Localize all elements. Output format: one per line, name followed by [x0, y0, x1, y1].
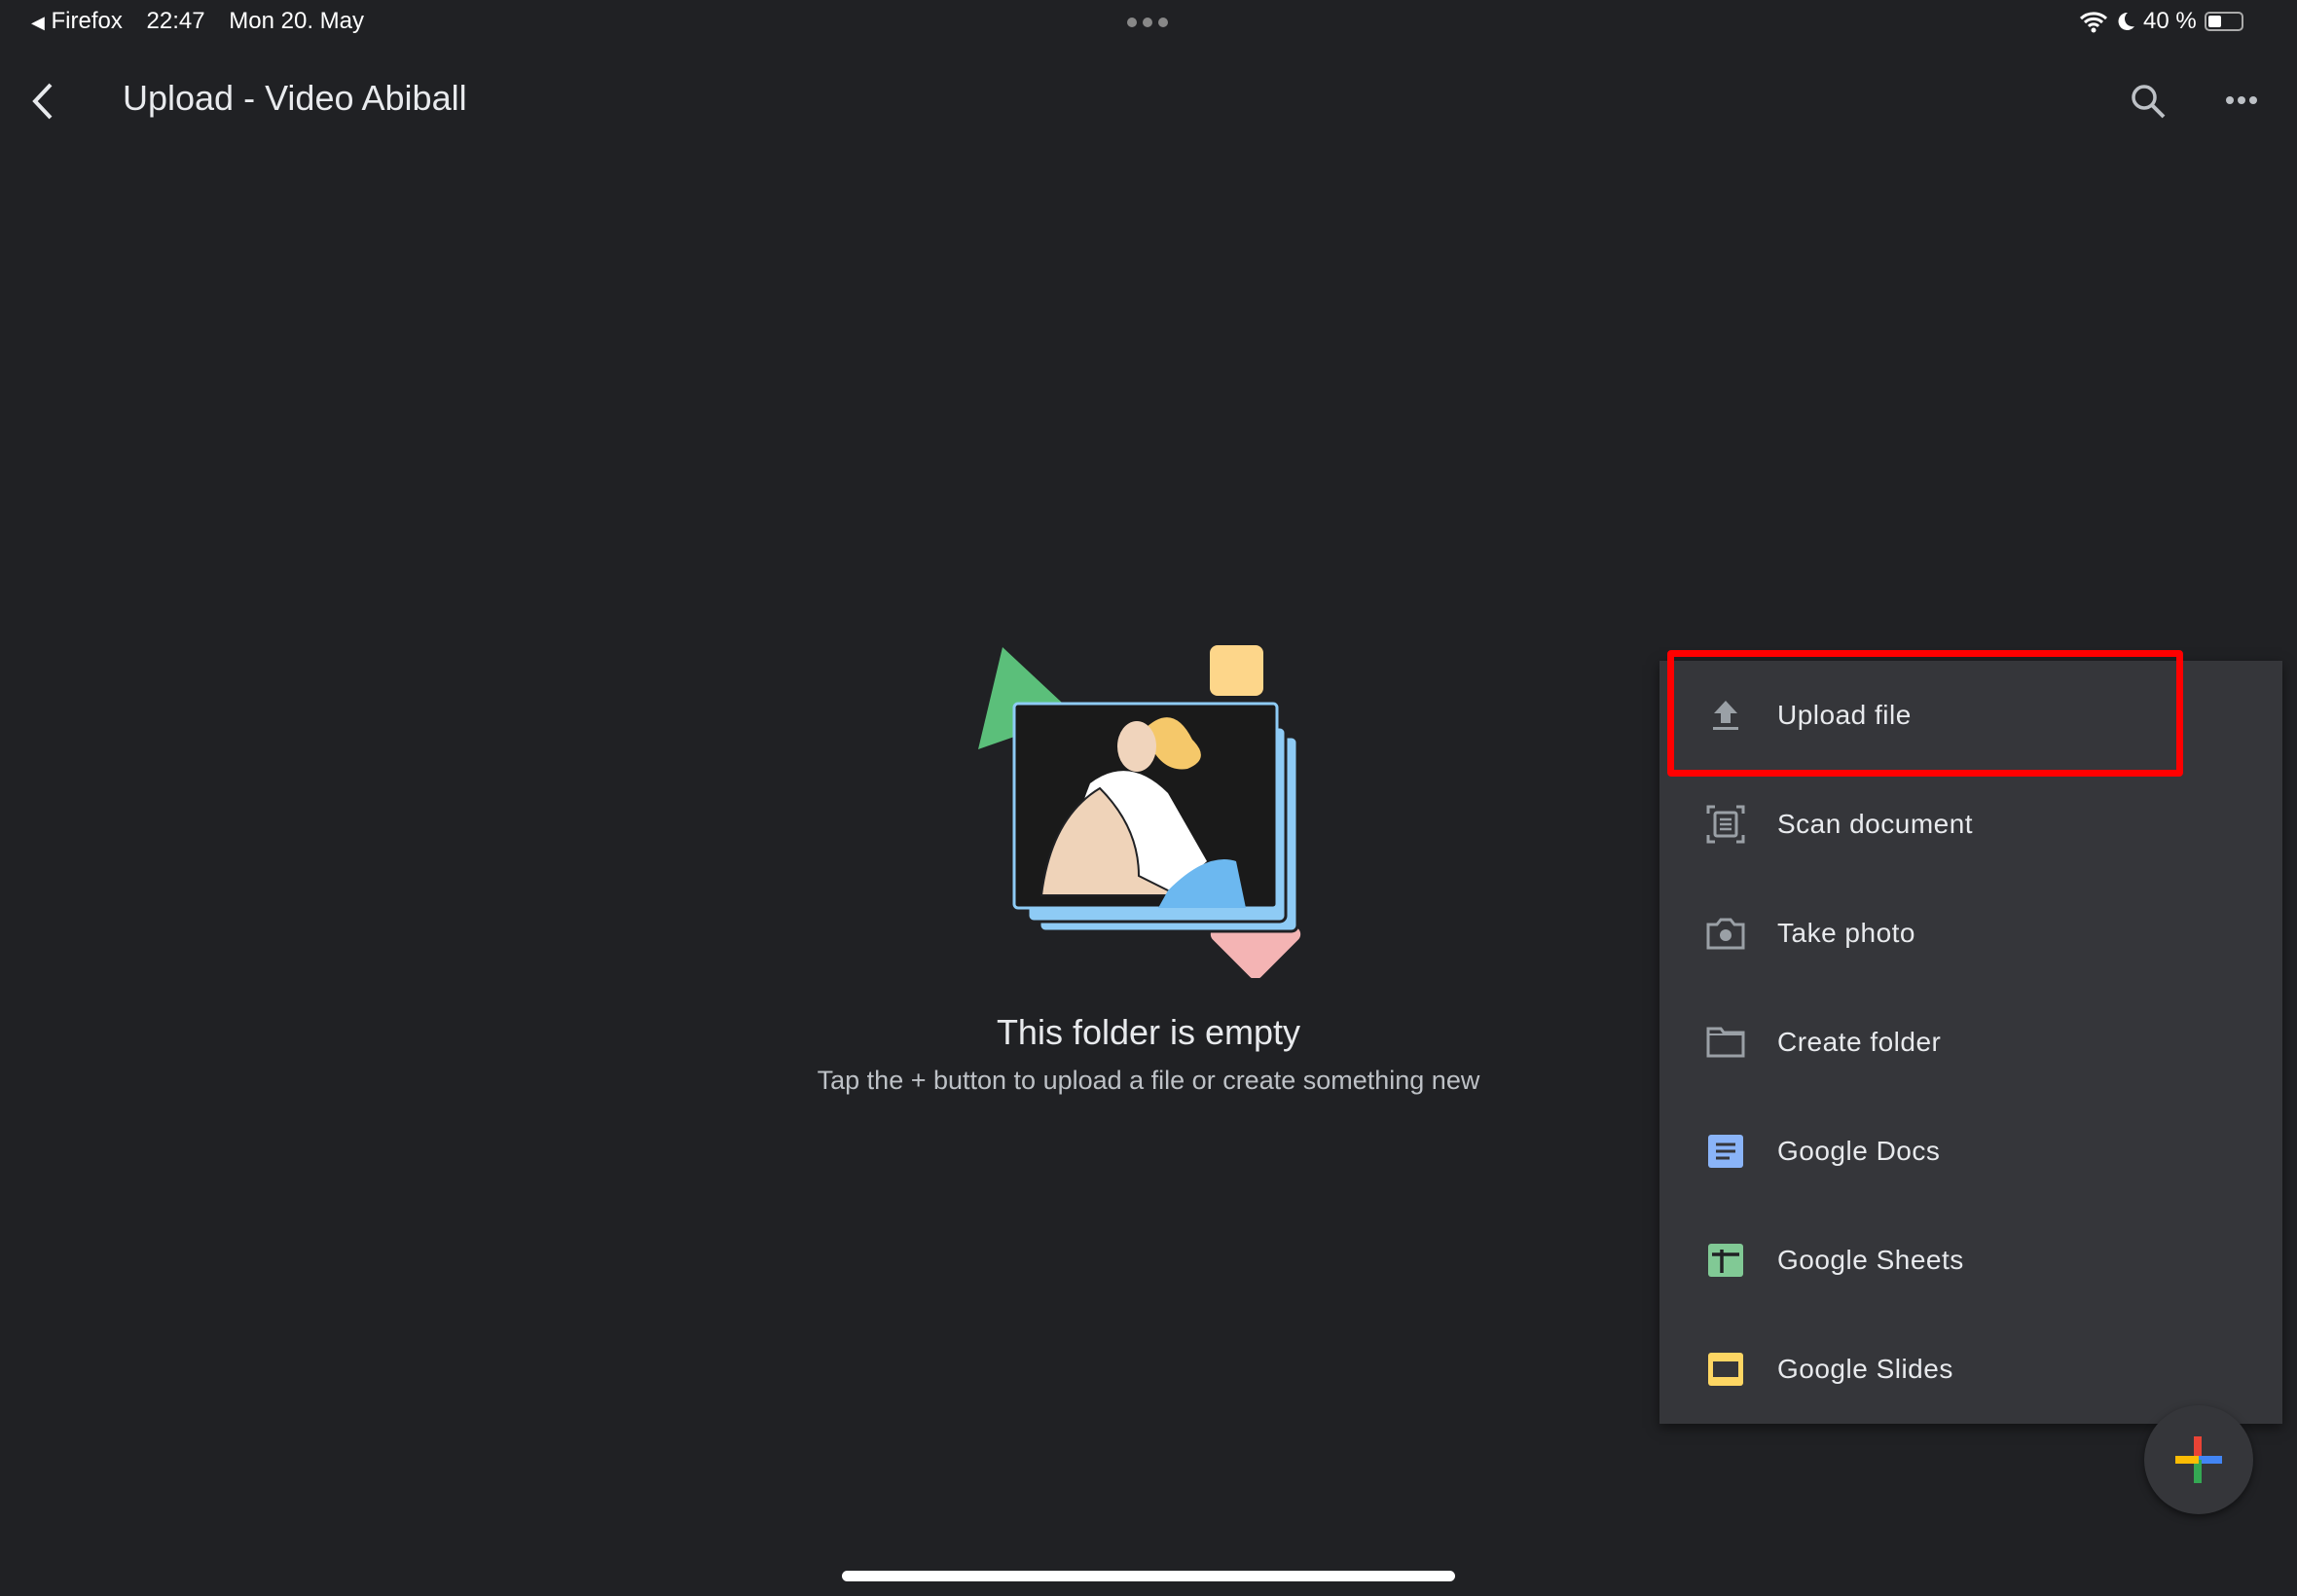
- chevron-left-icon[interactable]: [29, 82, 56, 121]
- multitasking-dots[interactable]: [1127, 18, 1168, 27]
- home-indicator[interactable]: [842, 1571, 1455, 1581]
- google-slides-icon: [1706, 1350, 1745, 1389]
- status-date: Mon 20. May: [229, 8, 365, 34]
- menu-item-google-docs[interactable]: Google Docs: [1659, 1097, 2282, 1206]
- back-to-app-icon[interactable]: ◀: [31, 13, 45, 32]
- plus-icon: [2175, 1436, 2222, 1483]
- menu-item-label: Google Docs: [1777, 1136, 1941, 1166]
- menu-item-take-photo[interactable]: Take photo: [1659, 879, 2282, 988]
- menu-item-label: Google Slides: [1777, 1354, 1953, 1384]
- new-fab-button[interactable]: [2144, 1405, 2253, 1514]
- menu-item-label: Google Sheets: [1777, 1245, 1964, 1275]
- menu-item-label: Upload file: [1777, 700, 1912, 730]
- moon-icon: [2118, 12, 2134, 30]
- menu-item-upload-file[interactable]: Upload file: [1659, 661, 2282, 770]
- menu-item-label: Scan document: [1777, 809, 1974, 839]
- wifi-icon: [2079, 12, 2108, 33]
- google-sheets-icon: [1706, 1241, 1745, 1280]
- new-item-menu: Upload file Scan document Take photo Cre…: [1659, 661, 2282, 1424]
- menu-item-google-sheets[interactable]: Google Sheets: [1659, 1206, 2282, 1315]
- search-icon[interactable]: [2130, 83, 2167, 120]
- google-docs-icon: [1706, 1132, 1745, 1171]
- battery-percent: 40 %: [2143, 8, 2197, 34]
- status-right: 40 %: [2079, 8, 2243, 35]
- scan-document-icon: [1706, 805, 1745, 844]
- page-title: Upload - Video Abiball: [123, 78, 467, 118]
- camera-icon: [1706, 914, 1745, 953]
- menu-item-label: Create folder: [1777, 1027, 1942, 1057]
- empty-folder-illustration: [978, 645, 1301, 978]
- menu-item-create-folder[interactable]: Create folder: [1659, 988, 2282, 1097]
- menu-item-scan-document[interactable]: Scan document: [1659, 770, 2282, 879]
- upload-icon: [1706, 696, 1745, 735]
- back-app-label[interactable]: Firefox: [52, 8, 123, 34]
- folder-icon: [1706, 1023, 1745, 1062]
- menu-item-label: Take photo: [1777, 918, 1915, 948]
- status-left: ◀ Firefox 22:47 Mon 20. May: [31, 8, 364, 35]
- status-time: 22:47: [146, 8, 205, 34]
- more-horizontal-icon[interactable]: [2225, 95, 2258, 105]
- battery-icon: [2204, 12, 2243, 31]
